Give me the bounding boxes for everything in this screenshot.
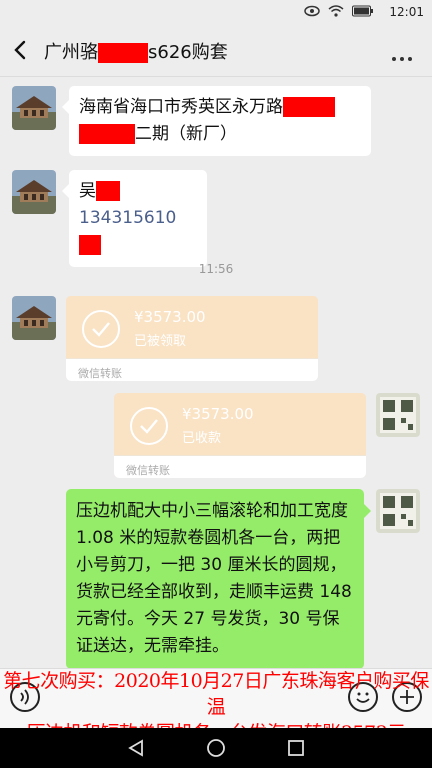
transfer-card[interactable]: ¥3573.00 已被领取 微信转账 [66,296,318,381]
bubble-tail [62,184,69,198]
contact-phone[interactable]: 134315610 [79,205,197,259]
avatar[interactable] [12,86,56,130]
transfer-amount: ¥3573.00 [182,405,254,423]
transfer-amount: ¥3573.00 [134,308,206,326]
message-timestamp: 11:56 [198,262,234,276]
status-time: 12:01 [389,5,424,19]
building-photo-icon [12,86,56,130]
chevron-left-icon[interactable] [10,36,32,64]
caption-line-1: 第七次购买：2020年10月27日广东珠海客户购买保温 [3,670,429,718]
status-bar: 12:01 [0,0,432,24]
battery-icon [352,5,373,17]
chat-title: 广州骆 s626购套 [44,38,228,64]
system-nav-bar [0,728,432,768]
transfer-label: 微信转账 [66,358,318,381]
transfer-card[interactable]: ¥3573.00 已收款 微信转账 [114,393,366,478]
status-icons [304,5,374,17]
address-line-1: 海南省海口市秀英区永万路 [79,94,361,121]
redaction-box [96,181,120,201]
title-suffix: s626购套 [148,42,228,63]
avatar[interactable] [12,296,56,340]
address-line-2: 二期（新厂） [79,121,361,148]
check-circle-icon [82,310,120,348]
redaction-box [283,97,335,117]
bubble-tail [62,100,69,114]
home-circle-icon[interactable] [206,738,226,758]
contact-name: 吴 [79,178,197,205]
qr-code-photo-icon [376,393,420,437]
address-message[interactable]: 海南省海口市秀英区永万路 二期（新厂） [69,86,371,156]
avatar[interactable] [376,489,420,533]
more-icon[interactable] [392,46,416,61]
self-message[interactable]: 压边机配大中小三幅滚轮和加工宽度 1.08 米的短款卷圆机各一台，两把小号剪刀，… [66,489,364,669]
building-photo-icon [12,170,56,214]
wifi-icon [328,5,344,17]
bubble-tail [364,504,371,518]
redaction-box [79,124,135,144]
avatar[interactable] [376,393,420,437]
back-triangle-icon[interactable] [126,738,146,758]
avatar[interactable] [12,170,56,214]
building-photo-icon [12,296,56,340]
eye-icon [304,5,320,17]
contact-message[interactable]: 吴 134315610 [69,170,207,267]
title-prefix: 广州骆 [44,42,98,63]
transfer-status: 已收款 [182,431,222,446]
redaction-box [79,235,101,255]
transfer-status: 已被领取 [134,334,187,349]
redaction-box [98,43,148,63]
qr-code-photo-icon [376,489,420,533]
recents-square-icon[interactable] [286,738,306,758]
check-circle-icon [130,407,168,445]
chat-header: 广州骆 s626购套 [0,24,432,77]
transfer-label: 微信转账 [114,455,366,478]
